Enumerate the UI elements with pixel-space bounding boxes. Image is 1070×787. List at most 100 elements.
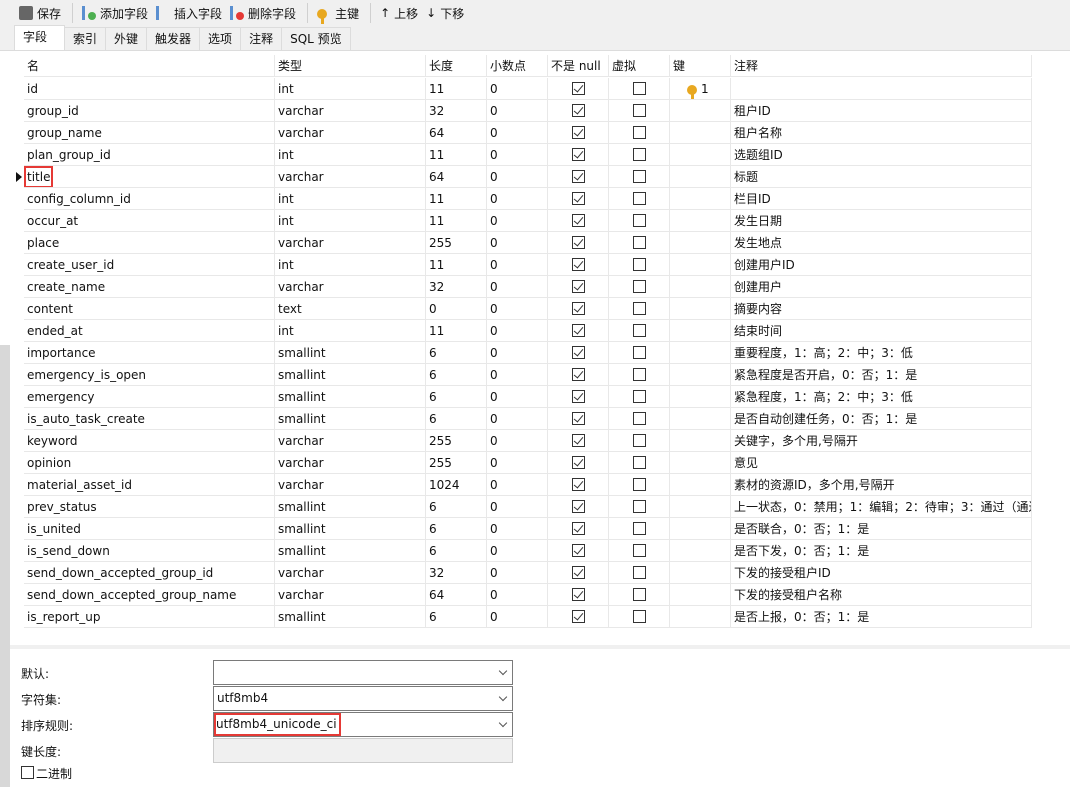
not-null-checkbox[interactable] xyxy=(548,518,609,539)
checkbox[interactable] xyxy=(632,610,646,623)
field-length[interactable]: 6 xyxy=(426,364,487,385)
virtual-checkbox[interactable] xyxy=(609,78,670,99)
checkbox[interactable] xyxy=(632,434,646,447)
field-type[interactable]: varchar xyxy=(275,166,426,187)
field-type[interactable]: varchar xyxy=(275,100,426,121)
field-type[interactable]: smallint xyxy=(275,540,426,561)
field-type[interactable]: int xyxy=(275,188,426,209)
virtual-checkbox[interactable] xyxy=(609,144,670,165)
checkbox[interactable] xyxy=(632,82,646,95)
field-comment[interactable]: 素材的资源ID，多个用,号隔开 xyxy=(731,474,1032,495)
field-decimals[interactable]: 0 xyxy=(487,166,548,187)
not-null-checkbox[interactable] xyxy=(548,210,609,231)
key-cell[interactable]: 1 xyxy=(670,78,731,99)
column-header[interactable]: 注释 xyxy=(731,55,1032,76)
field-name[interactable]: emergency_is_open xyxy=(24,364,275,385)
move-up-button[interactable]: ↑ 上移 xyxy=(377,2,421,24)
field-comment[interactable]: 选题组ID xyxy=(731,144,1032,165)
field-length[interactable]: 32 xyxy=(426,100,487,121)
not-null-checkbox[interactable] xyxy=(548,276,609,297)
field-comment[interactable]: 下发的接受租户ID xyxy=(731,562,1032,583)
key-cell[interactable] xyxy=(670,320,731,341)
virtual-checkbox[interactable] xyxy=(609,210,670,231)
table-row[interactable]: is_united smallint 6 0 是否联合，0：否；1：是 xyxy=(24,518,1032,540)
checkbox[interactable] xyxy=(571,148,585,161)
field-length[interactable]: 11 xyxy=(426,254,487,275)
field-comment[interactable]: 创建用户 xyxy=(731,276,1032,297)
field-comment[interactable]: 标题 xyxy=(731,166,1032,187)
key-cell[interactable] xyxy=(670,606,731,627)
virtual-checkbox[interactable] xyxy=(609,584,670,605)
virtual-checkbox[interactable] xyxy=(609,496,670,517)
field-decimals[interactable]: 0 xyxy=(487,364,548,385)
table-row[interactable]: is_send_down smallint 6 0 是否下发，0：否；1：是 xyxy=(24,540,1032,562)
collation-select[interactable]: utf8mb4_unicode_ci xyxy=(213,712,513,737)
table-row[interactable]: keyword varchar 255 0 关键字，多个用,号隔开 xyxy=(24,430,1032,452)
key-cell[interactable] xyxy=(670,144,731,165)
virtual-checkbox[interactable] xyxy=(609,276,670,297)
field-name[interactable]: is_report_up xyxy=(24,606,275,627)
field-name[interactable]: emergency xyxy=(24,386,275,407)
field-decimals[interactable]: 0 xyxy=(487,496,548,517)
field-length[interactable]: 6 xyxy=(426,496,487,517)
checkbox[interactable] xyxy=(632,148,646,161)
field-comment[interactable]: 下发的接受租户名称 xyxy=(731,584,1032,605)
field-name[interactable]: importance xyxy=(24,342,275,363)
key-cell[interactable] xyxy=(670,540,731,561)
tab-fields[interactable]: 字段 xyxy=(14,25,65,50)
field-comment[interactable]: 紧急程度，1：高；2：中；3：低 xyxy=(731,386,1032,407)
virtual-checkbox[interactable] xyxy=(609,540,670,561)
field-decimals[interactable]: 0 xyxy=(487,254,548,275)
binary-checkbox[interactable]: 二进制 xyxy=(21,765,72,782)
field-type[interactable]: int xyxy=(275,320,426,341)
field-decimals[interactable]: 0 xyxy=(487,408,548,429)
checkbox[interactable] xyxy=(632,478,646,491)
virtual-checkbox[interactable] xyxy=(609,386,670,407)
virtual-checkbox[interactable] xyxy=(609,430,670,451)
field-name[interactable]: opinion xyxy=(24,452,275,473)
column-header[interactable]: 长度 xyxy=(426,55,487,76)
key-cell[interactable] xyxy=(670,474,731,495)
field-name[interactable]: create_user_id xyxy=(24,254,275,275)
field-name[interactable]: is_send_down xyxy=(24,540,275,561)
table-row[interactable]: emergency_is_open smallint 6 0 紧急程度是否开启，0：否；… xyxy=(24,364,1032,386)
field-type[interactable]: varchar xyxy=(275,474,426,495)
checkbox[interactable] xyxy=(632,522,646,535)
field-type[interactable]: smallint xyxy=(275,408,426,429)
field-decimals[interactable]: 0 xyxy=(487,78,548,99)
virtual-checkbox[interactable] xyxy=(609,518,670,539)
not-null-checkbox[interactable] xyxy=(548,452,609,473)
field-type[interactable]: varchar xyxy=(275,276,426,297)
table-row[interactable]: create_name varchar 32 0 创建用户 xyxy=(24,276,1032,298)
key-cell[interactable] xyxy=(670,122,731,143)
field-length[interactable]: 11 xyxy=(426,320,487,341)
checkbox[interactable] xyxy=(632,412,646,425)
key-length-input[interactable] xyxy=(213,738,513,763)
table-row[interactable]: config_column_id int 11 0 栏目ID xyxy=(24,188,1032,210)
field-type[interactable]: varchar xyxy=(275,232,426,253)
table-row[interactable]: emergency smallint 6 0 紧急程度，1：高；2：中；3：低 xyxy=(24,386,1032,408)
checkbox[interactable] xyxy=(632,368,646,381)
checkbox[interactable] xyxy=(571,456,585,469)
not-null-checkbox[interactable] xyxy=(548,474,609,495)
tab-triggers[interactable]: 触发器 xyxy=(146,27,201,50)
field-length[interactable]: 0 xyxy=(426,298,487,319)
field-name[interactable]: id xyxy=(24,78,275,99)
field-comment[interactable]: 发生地点 xyxy=(731,232,1032,253)
delete-field-button[interactable]: 删除字段 xyxy=(227,2,299,24)
field-decimals[interactable]: 0 xyxy=(487,276,548,297)
field-name[interactable]: occur_at xyxy=(24,210,275,231)
checkbox[interactable] xyxy=(571,368,585,381)
field-decimals[interactable]: 0 xyxy=(487,562,548,583)
checkbox[interactable] xyxy=(632,258,646,271)
field-type[interactable]: smallint xyxy=(275,496,426,517)
field-comment[interactable]: 摘要内容 xyxy=(731,298,1032,319)
field-length[interactable]: 255 xyxy=(426,452,487,473)
virtual-checkbox[interactable] xyxy=(609,188,670,209)
save-button[interactable]: 保存 xyxy=(16,2,64,24)
checkbox[interactable] xyxy=(571,434,585,447)
key-cell[interactable] xyxy=(670,408,731,429)
primary-key-button[interactable]: 主键 xyxy=(314,2,362,24)
field-decimals[interactable]: 0 xyxy=(487,188,548,209)
virtual-checkbox[interactable] xyxy=(609,298,670,319)
